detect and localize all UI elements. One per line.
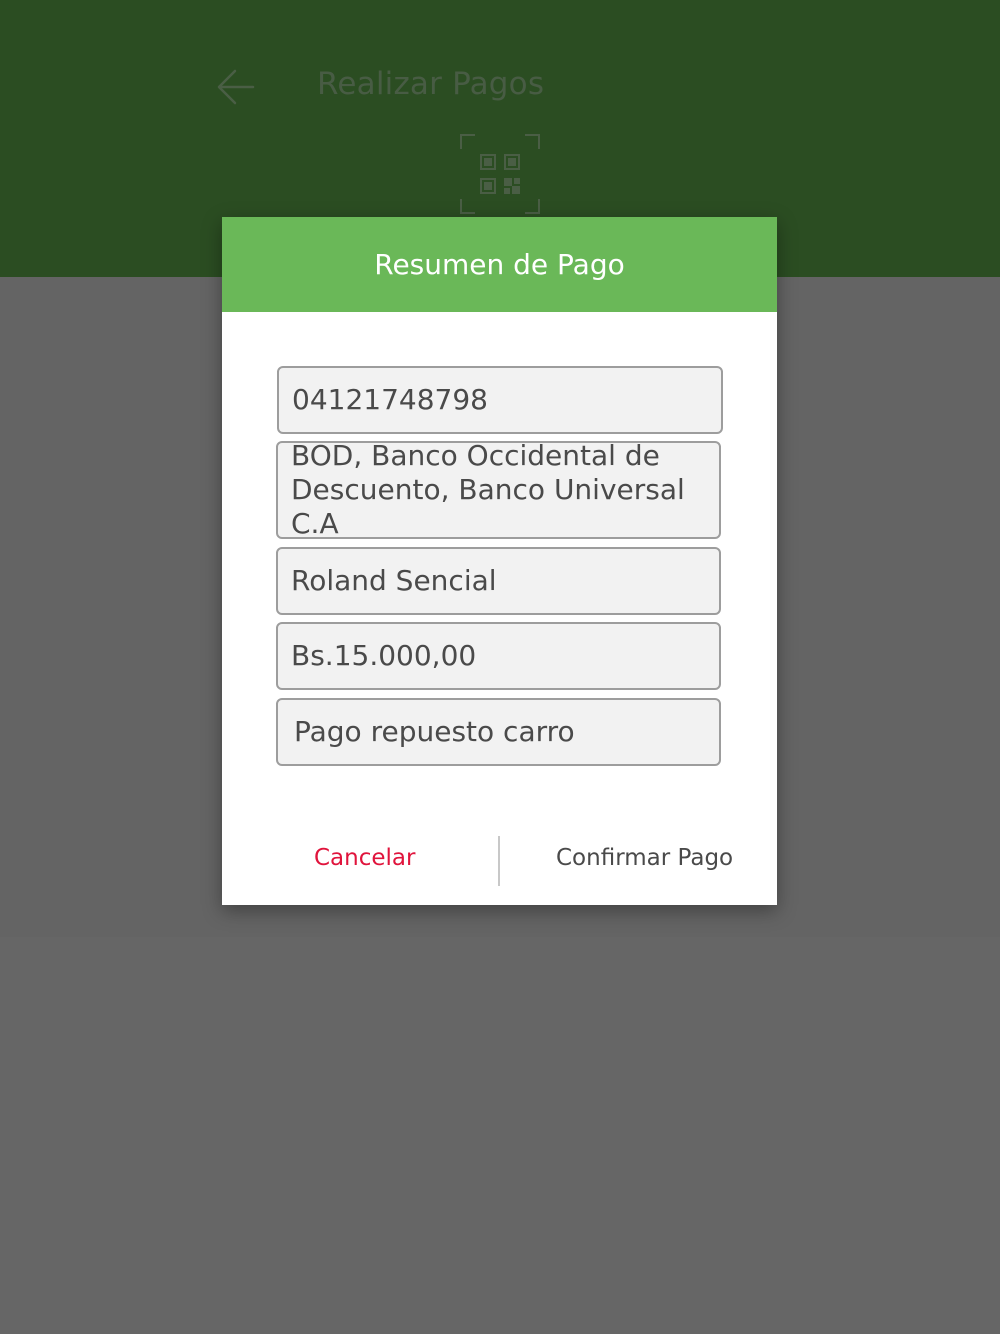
bank-field-line1: BOD, Banco Occidental de	[291, 439, 660, 472]
page-title: Realizar Pagos	[317, 66, 545, 102]
actions-divider	[498, 836, 500, 886]
bank-field: BOD, Banco Occidental de Descuento, Banc…	[276, 439, 721, 540]
phone-field: 04121748798	[277, 366, 723, 434]
cancel-button[interactable]: Cancelar	[314, 845, 415, 871]
concept-field: Pago repuesto carro	[276, 698, 721, 766]
payment-summary-dialog: Resumen de Pago 04121748798 BOD, Banco O…	[222, 217, 777, 905]
dialog-title: Resumen de Pago	[222, 217, 777, 312]
name-field: Roland Sencial	[276, 547, 721, 615]
qr-scan-icon[interactable]	[459, 133, 541, 215]
amount-field: Bs.15.000,00	[276, 622, 721, 690]
arrow-left-icon[interactable]	[215, 66, 257, 108]
bank-field-line2: Descuento, Banco Universal C.A	[291, 473, 685, 540]
confirm-payment-button[interactable]: Confirmar Pago	[556, 845, 733, 871]
